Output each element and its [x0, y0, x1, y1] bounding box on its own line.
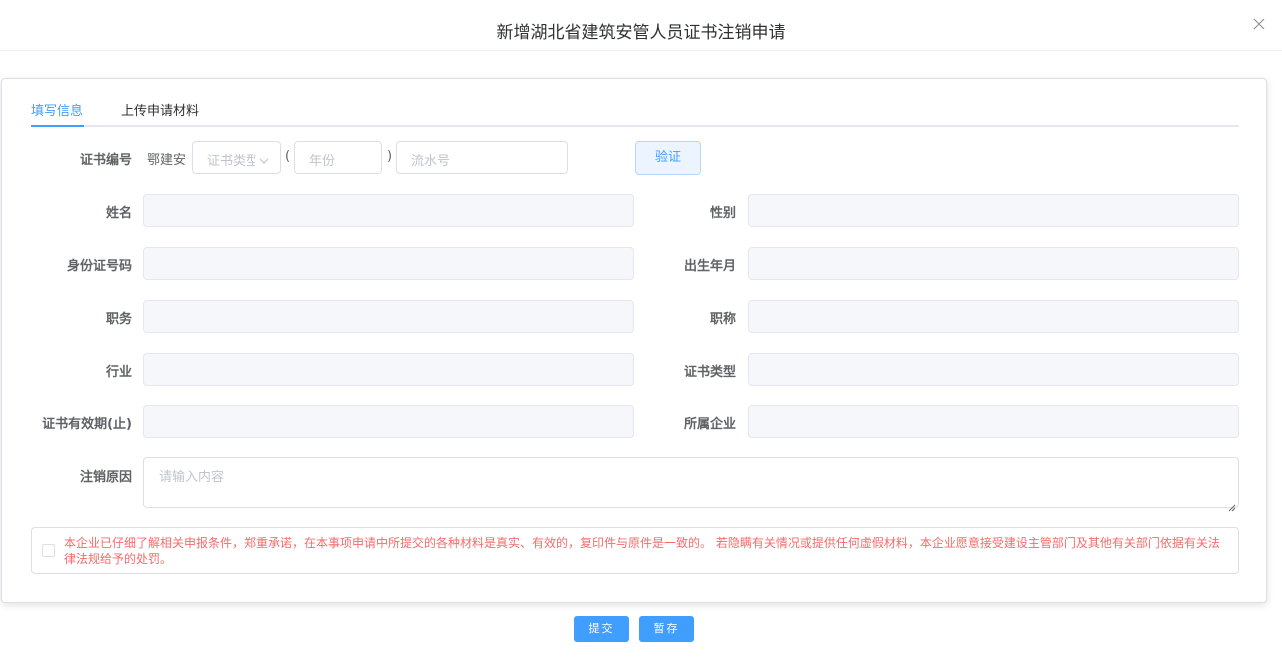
cert-type-label: 证书类型: [683, 365, 736, 380]
gender-label: 性别: [709, 206, 736, 221]
dialog-header: 新增湖北省建筑安管人员证书注销申请: [0, 0, 1282, 51]
name-label: 姓名: [105, 206, 132, 221]
cert-type-field: [748, 353, 1239, 386]
id-number-label: 身份证号码: [66, 259, 132, 274]
serial-placeholder: 流水号: [411, 154, 451, 169]
tab-bar: 填写信息 上传申请材料: [31, 79, 1239, 127]
year-input[interactable]: 年份: [294, 141, 382, 174]
form-card: 填写信息 上传申请材料 证书编号 鄂建安 证书类型 ( 年份 ) 流水号 验证 …: [1, 78, 1267, 603]
close-paren: ): [387, 149, 393, 164]
company-field: [748, 405, 1239, 438]
cert-prefix: 鄂建安: [147, 153, 187, 168]
save-draft-button[interactable]: 暂存: [639, 616, 694, 642]
validity-label: 证书有效期(止): [42, 417, 132, 432]
industry-label: 行业: [105, 365, 132, 380]
commitment-text: 本企业已仔细了解相关申报条件，郑重承诺，在本事项申请中所提交的各种材料是真实、有…: [64, 536, 1220, 566]
chevron-down-icon: [258, 152, 270, 164]
industry-field: [143, 353, 634, 386]
reason-textarea[interactable]: 请输入内容: [143, 457, 1239, 512]
tab-upload-materials[interactable]: 上传申请材料: [121, 100, 199, 119]
id-number-field: [143, 247, 634, 280]
title-field: [748, 300, 1239, 333]
year-placeholder: 年份: [309, 154, 336, 169]
verify-button[interactable]: 验证: [635, 141, 701, 175]
name-field: [143, 194, 634, 227]
commitment-box: 本企业已仔细了解相关申报条件，郑重承诺，在本事项申请中所提交的各种材料是真实、有…: [31, 527, 1239, 574]
cert-type-placeholder: 证书类型: [207, 154, 255, 169]
position-field: [143, 300, 634, 333]
company-label: 所属企业: [683, 417, 736, 432]
open-paren: (: [285, 149, 291, 164]
tab-fill-info[interactable]: 填写信息: [31, 100, 83, 119]
submit-button[interactable]: 提交: [574, 616, 629, 642]
validity-field: [143, 405, 634, 438]
cert-type-select[interactable]: 证书类型: [192, 141, 281, 174]
birth-field: [748, 247, 1239, 280]
position-label: 职务: [105, 312, 132, 327]
title-label: 职称: [709, 312, 736, 327]
reason-label: 注销原因: [79, 470, 132, 485]
close-icon[interactable]: [1252, 17, 1266, 31]
cert-number-label: 证书编号: [79, 153, 132, 168]
reason-placeholder: 请输入内容: [159, 470, 225, 485]
birth-label: 出生年月: [683, 259, 736, 274]
tab-active-indicator: [31, 125, 84, 127]
gender-field: [748, 194, 1239, 227]
commitment-checkbox[interactable]: [42, 544, 55, 557]
resize-handle-icon[interactable]: [1228, 497, 1236, 512]
serial-input[interactable]: 流水号: [396, 141, 568, 174]
dialog-title: 新增湖北省建筑安管人员证书注销申请: [496, 23, 786, 43]
